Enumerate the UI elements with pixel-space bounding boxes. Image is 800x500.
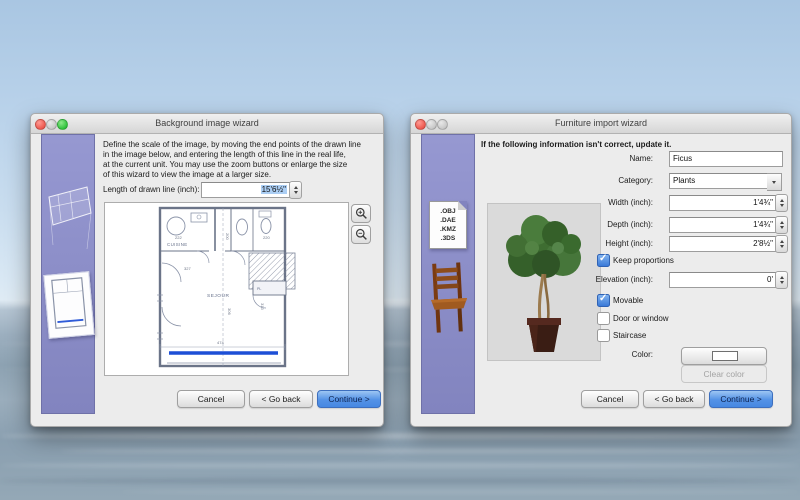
height-input[interactable]: 2'8½" (669, 236, 777, 252)
wizard-info-text: If the following information isn't corre… (481, 140, 781, 150)
depth-stepper[interactable] (775, 216, 788, 234)
wave-streak (0, 433, 800, 439)
clear-color-button[interactable]: Clear color (681, 365, 767, 383)
name-input[interactable]: Ficus (669, 151, 783, 167)
plan-dimension: 200 (225, 233, 230, 240)
height-label: Height (inch): (561, 239, 653, 248)
instruction-line: at the current unit. You may use the zoo… (103, 160, 379, 170)
wizard-sidebar-illustration: .OBJ .DAE .KMZ .3DS (421, 134, 475, 414)
dropdown-arrow-icon (772, 181, 776, 184)
color-picker-button[interactable] (681, 347, 767, 365)
stepper-up-icon[interactable] (294, 186, 298, 189)
plan-dimension: 222 (175, 235, 182, 240)
length-of-drawn-line-input[interactable]: 15'6½" (201, 182, 291, 198)
door-or-window-label: Door or window (613, 314, 669, 323)
plan-perspective-icon (42, 183, 94, 253)
plan-dimension: 306 (227, 308, 232, 315)
continue-button[interactable]: Continue > (317, 390, 381, 408)
width-label: Width (inch): (561, 198, 653, 207)
movable-checkbox[interactable]: ✓ (597, 294, 610, 307)
title-bar[interactable]: Furniture import wizard (411, 114, 791, 134)
floor-plan-image: CUISINE SEJOUR PL 222 200 220 327 306 31… (105, 203, 346, 373)
plan-thumbnail (43, 271, 94, 339)
wave-streak (120, 490, 800, 494)
file-format-label: .KMZ (430, 225, 466, 234)
category-select[interactable]: Plants (669, 173, 775, 189)
depth-label: Depth (inch): (561, 220, 653, 229)
plan-dimension: 220 (263, 235, 270, 240)
closet-label: PL (257, 287, 261, 291)
stepper-down-icon[interactable] (294, 191, 298, 194)
width-input[interactable]: 1'4¾" (669, 195, 777, 211)
wizard-sidebar-illustration (41, 134, 95, 414)
continue-button[interactable]: Continue > (709, 390, 773, 408)
zoom-in-icon (355, 207, 368, 220)
zoom-out-button[interactable] (351, 225, 371, 244)
selected-value: 15'6½" (261, 185, 287, 194)
elevation-stepper[interactable] (775, 271, 788, 289)
window-title: Background image wizard (31, 118, 383, 128)
check-icon: ✓ (599, 293, 607, 304)
background-image-viewport[interactable]: CUISINE SEJOUR PL 222 200 220 327 306 31… (104, 202, 349, 376)
elevation-label: Elevation (inch): (561, 275, 653, 284)
desktop-background: Background image wizard (0, 0, 800, 500)
file-format-label: .3DS (430, 234, 466, 243)
depth-input[interactable]: 1'4¾" (669, 217, 777, 233)
category-dropdown-button[interactable] (767, 173, 782, 191)
length-stepper[interactable] (289, 181, 302, 199)
height-stepper[interactable] (775, 235, 788, 253)
background-image-wizard-window: Background image wizard (30, 113, 384, 427)
movable-label: Movable (613, 296, 643, 305)
room-label-cuisine: CUISINE (167, 242, 188, 247)
width-stepper[interactable] (775, 194, 788, 212)
instruction-line: of this wizard to view the image at a la… (103, 170, 379, 180)
file-format-label: .DAE (430, 216, 466, 225)
window-title: Furniture import wizard (411, 118, 791, 128)
color-swatch (712, 351, 738, 361)
staircase-checkbox[interactable] (597, 329, 610, 342)
wave-streak (0, 478, 800, 484)
keep-proportions-label: Keep proportions (613, 256, 674, 265)
plan-dimension: 313 (260, 303, 265, 310)
wave-streak (60, 449, 800, 453)
zoom-in-button[interactable] (351, 204, 371, 223)
staircase-label: Staircase (613, 331, 646, 340)
model-file-icon: .OBJ .DAE .KMZ .3DS (429, 201, 467, 249)
length-of-drawn-line-label: Length of drawn line (inch): (103, 185, 200, 194)
cancel-button[interactable]: Cancel (177, 390, 245, 408)
door-or-window-checkbox[interactable] (597, 312, 610, 325)
plan-dimension: 474 (217, 340, 224, 345)
category-label: Category: (561, 176, 653, 185)
go-back-button[interactable]: < Go back (249, 390, 313, 408)
wizard-instructions: Define the scale of the image, by moving… (103, 140, 379, 180)
name-label: Name: (561, 154, 653, 163)
cancel-button[interactable]: Cancel (581, 390, 639, 408)
check-icon: ✓ (599, 253, 607, 264)
plan-dimension: 327 (184, 266, 191, 271)
elevation-input[interactable]: 0' (669, 272, 777, 288)
room-label-sejour: SEJOUR (207, 293, 229, 299)
zoom-out-icon (355, 228, 368, 241)
furniture-import-wizard-window: Furniture import wizard .OBJ .DAE .KMZ .… (410, 113, 792, 427)
title-bar[interactable]: Background image wizard (31, 114, 383, 134)
chair-icon (427, 261, 471, 335)
folded-corner (458, 201, 467, 210)
instruction-line: in the image below, and entering the len… (103, 150, 379, 160)
keep-proportions-checkbox[interactable]: ✓ (597, 254, 610, 267)
color-label: Color: (561, 350, 653, 359)
go-back-button[interactable]: < Go back (643, 390, 705, 408)
instruction-line: Define the scale of the image, by moving… (103, 140, 379, 150)
wave-streak (0, 463, 800, 468)
